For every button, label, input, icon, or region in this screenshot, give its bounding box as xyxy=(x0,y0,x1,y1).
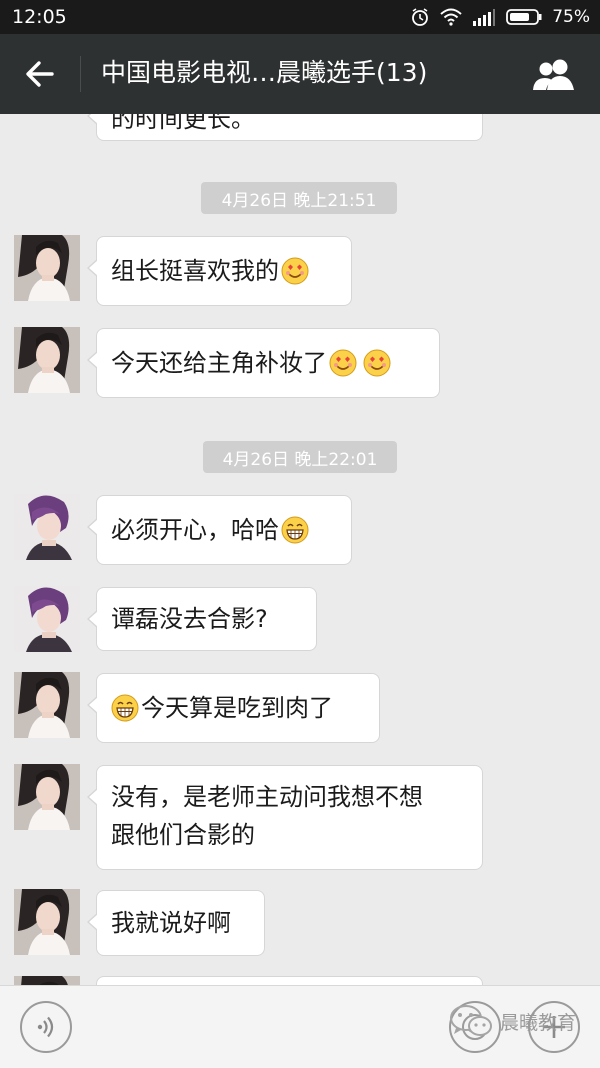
wechat-logo-icon xyxy=(450,1005,492,1036)
signal-icon xyxy=(473,9,496,26)
back-arrow-icon xyxy=(26,61,54,87)
wifi-icon xyxy=(440,8,462,26)
battery-icon xyxy=(506,9,542,25)
time-badge: 4月26日 晚上22:01 xyxy=(203,441,397,473)
avatar[interactable] xyxy=(14,976,80,985)
in-love-emoji-icon xyxy=(281,257,309,285)
message-bubble[interactable]: 我就说好啊 xyxy=(87,890,265,956)
chat-title: 中国电影电视…晨曦选手(13) xyxy=(101,58,428,87)
time-badge: 4月26日 晚上21:51 xyxy=(201,182,397,214)
in-love-emoji-icon xyxy=(363,349,391,377)
message-text: 必须开心，哈哈 xyxy=(111,516,279,544)
message-text-line-1: 没有，是老师主动问我想不想 xyxy=(111,783,423,811)
avatar[interactable] xyxy=(14,235,80,301)
partial-message-bubble[interactable] xyxy=(96,976,483,985)
back-button[interactable] xyxy=(18,52,62,96)
group-members-icon xyxy=(533,59,574,90)
grin-emoji-icon xyxy=(111,694,139,722)
message-text: 谭磊没去合影? xyxy=(111,605,268,633)
avatar[interactable] xyxy=(14,672,80,738)
alarm-icon xyxy=(412,8,429,26)
avatar[interactable] xyxy=(14,889,80,955)
message-text: 今天还给主角补妆了 xyxy=(111,349,327,377)
voice-button[interactable] xyxy=(20,1001,72,1053)
message-text-line-2: 跟他们合影的 xyxy=(111,821,255,849)
group-members-button[interactable] xyxy=(530,54,578,94)
message-bubble[interactable]: 组长挺喜欢我的 xyxy=(87,236,352,306)
in-love-emoji-icon xyxy=(329,349,357,377)
voice-icon xyxy=(37,1016,54,1038)
message-bubble[interactable]: 谭磊没去合影? xyxy=(87,587,317,651)
grin-emoji-icon xyxy=(281,516,309,544)
message-text: 今天算是吃到肉了 xyxy=(141,694,333,722)
avatar[interactable] xyxy=(14,327,80,393)
status-bar: 12:05 75% xyxy=(0,0,600,34)
battery-percent: 75% xyxy=(552,7,590,27)
watermark-text: 晨曦教育 xyxy=(500,1011,577,1034)
header-divider xyxy=(80,56,81,92)
message-text: 组长挺喜欢我的 xyxy=(111,257,279,285)
status-time: 12:05 xyxy=(12,6,67,28)
message-bubble[interactable]: 今天算是吃到肉了 xyxy=(87,673,380,743)
avatar[interactable] xyxy=(14,494,80,560)
message-bubble[interactable]: 今天还给主角补妆了 xyxy=(87,328,440,398)
message-text: 我就说好啊 xyxy=(111,909,231,937)
message-bubble[interactable]: 没有，是老师主动问我想不想 跟他们合影的 xyxy=(87,765,483,870)
status-icons: 75% xyxy=(410,5,590,29)
message-list[interactable]: 的时间更长。 4月26日 晚上21:51 组长挺喜欢我的 今天还给主角补妆了 4… xyxy=(0,114,600,985)
watermark: 晨曦教育 xyxy=(448,1004,576,1038)
partial-message-bubble[interactable]: 的时间更长。 xyxy=(87,114,483,141)
avatar[interactable] xyxy=(14,764,80,830)
avatar[interactable] xyxy=(14,586,80,652)
chat-header: 中国电影电视…晨曦选手(13) xyxy=(0,34,600,114)
message-bubble[interactable]: 必须开心，哈哈 xyxy=(87,495,352,565)
partial-message-text: 的时间更长。 xyxy=(111,114,255,133)
